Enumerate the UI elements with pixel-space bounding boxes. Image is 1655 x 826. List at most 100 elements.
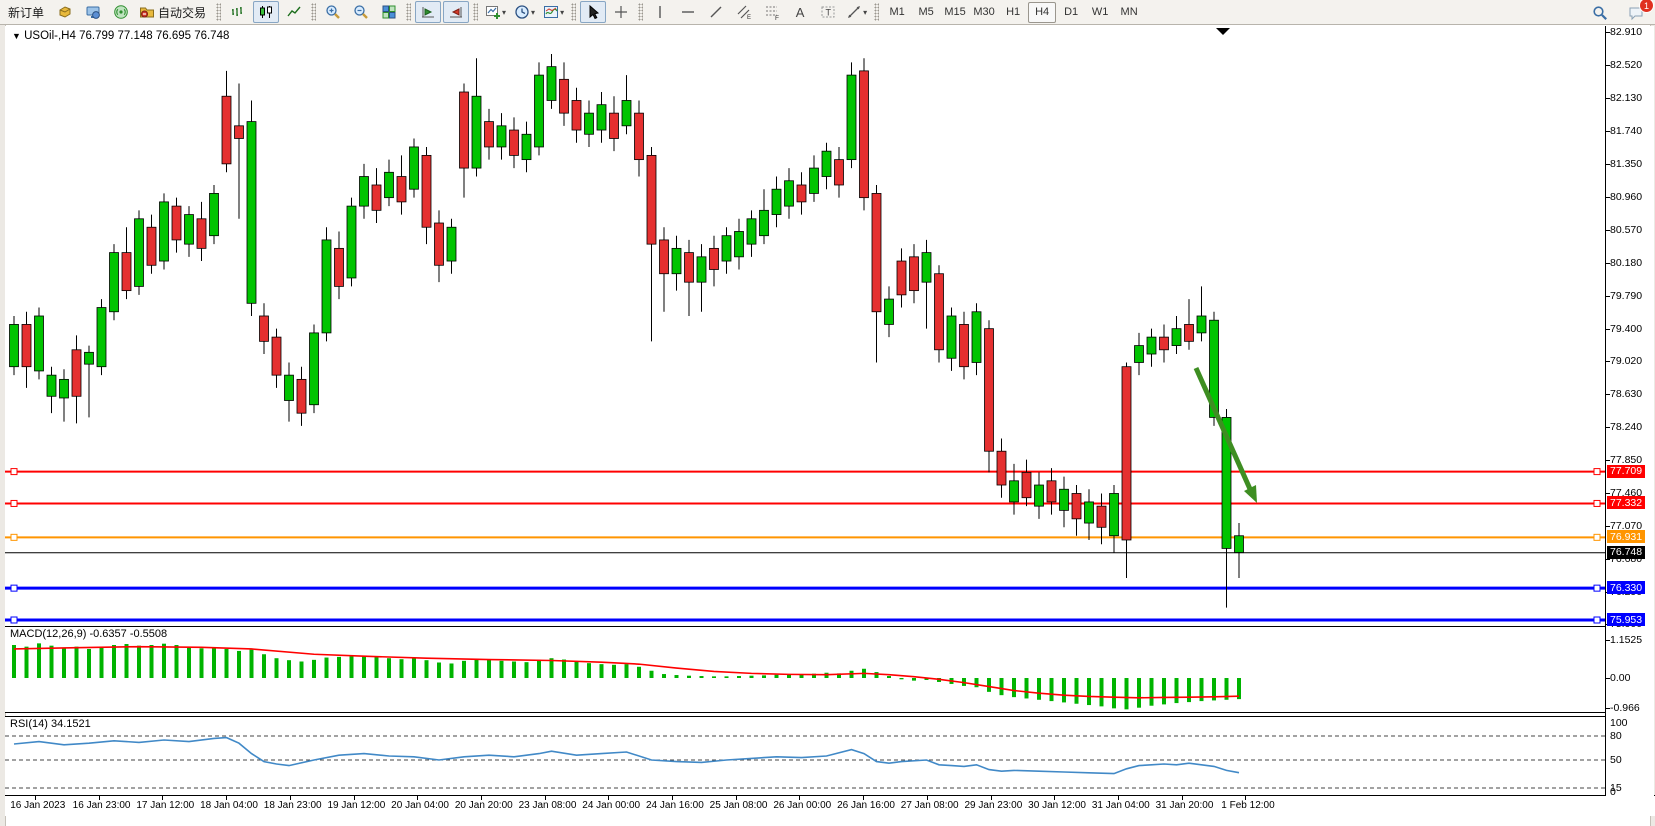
- candle[interactable]: [585, 113, 594, 134]
- candle[interactable]: [322, 240, 331, 333]
- line-handle[interactable]: [1594, 534, 1600, 540]
- candle[interactable]: [460, 92, 469, 168]
- candle[interactable]: [885, 299, 894, 324]
- candle[interactable]: [297, 379, 306, 413]
- candle[interactable]: [85, 352, 94, 364]
- candle[interactable]: [272, 337, 281, 375]
- candle[interactable]: [572, 100, 581, 130]
- candle[interactable]: [472, 96, 481, 168]
- candle[interactable]: [347, 206, 356, 278]
- candle[interactable]: [410, 147, 419, 189]
- main-price-pane[interactable]: [5, 26, 1605, 626]
- candle[interactable]: [1135, 346, 1144, 363]
- line-handle[interactable]: [1594, 469, 1600, 475]
- line-handle[interactable]: [1594, 617, 1600, 623]
- pane-separator[interactable]: [5, 712, 1605, 713]
- candle[interactable]: [97, 308, 106, 367]
- candle[interactable]: [797, 185, 806, 202]
- autotrade-button[interactable]: 自动交易: [136, 1, 212, 23]
- periods-button[interactable]: ▾: [511, 1, 538, 23]
- candle[interactable]: [647, 155, 656, 244]
- candle[interactable]: [372, 185, 381, 210]
- candle[interactable]: [722, 236, 731, 261]
- candle[interactable]: [785, 181, 794, 206]
- candle[interactable]: [710, 248, 719, 269]
- candle[interactable]: [622, 100, 631, 125]
- bar-chart-type-button[interactable]: [225, 1, 251, 23]
- candle[interactable]: [72, 350, 81, 396]
- candle[interactable]: [1160, 337, 1169, 350]
- candle[interactable]: [1172, 329, 1181, 346]
- timeframe-button-M30[interactable]: M30: [970, 2, 998, 23]
- candle[interactable]: [447, 227, 456, 261]
- zoom-in-button[interactable]: [320, 1, 346, 23]
- timeframe-button-M5[interactable]: M5: [912, 2, 940, 23]
- shapes-tool-button[interactable]: ▾: [843, 1, 870, 23]
- candle[interactable]: [810, 168, 819, 193]
- candle[interactable]: [760, 210, 769, 235]
- broadcast-button[interactable]: [108, 1, 134, 23]
- candle[interactable]: [685, 253, 694, 283]
- candle[interactable]: [1047, 481, 1056, 502]
- candle[interactable]: [10, 324, 19, 366]
- candle[interactable]: [522, 134, 531, 159]
- candle[interactable]: [485, 122, 494, 147]
- candle[interactable]: [210, 193, 219, 235]
- candle[interactable]: [635, 113, 644, 159]
- line-handle[interactable]: [11, 500, 17, 506]
- candle[interactable]: [972, 312, 981, 363]
- candle[interactable]: [285, 375, 294, 400]
- candle[interactable]: [1110, 493, 1119, 535]
- candle[interactable]: [922, 253, 931, 283]
- macd-pane[interactable]: [5, 627, 1605, 712]
- candle[interactable]: [310, 333, 319, 405]
- candle[interactable]: [1035, 485, 1044, 506]
- line-handle[interactable]: [11, 469, 17, 475]
- timeframe-button-H1[interactable]: H1: [999, 2, 1027, 23]
- candle[interactable]: [135, 219, 144, 287]
- candle[interactable]: [672, 248, 681, 273]
- candle[interactable]: [385, 172, 394, 197]
- candle[interactable]: [997, 451, 1006, 485]
- candle[interactable]: [422, 155, 431, 227]
- candle[interactable]: [822, 151, 831, 176]
- candle[interactable]: [1147, 337, 1156, 354]
- trendline-tool-button[interactable]: [703, 1, 729, 23]
- timeframe-button-M15[interactable]: M15: [941, 2, 969, 23]
- macd-chart-canvas[interactable]: [5, 627, 1605, 712]
- candle[interactable]: [1097, 506, 1106, 527]
- candle[interactable]: [547, 67, 556, 101]
- candle[interactable]: [360, 177, 369, 207]
- text-tool-button[interactable]: A: [787, 1, 813, 23]
- candle[interactable]: [735, 231, 744, 256]
- time-axis[interactable]: 16 Jan 202316 Jan 23:0017 Jan 12:0018 Ja…: [5, 796, 1655, 816]
- candle[interactable]: [947, 316, 956, 358]
- candlestick-chart-canvas[interactable]: [5, 26, 1605, 626]
- candle[interactable]: [60, 379, 69, 398]
- line-handle[interactable]: [1594, 500, 1600, 506]
- timeframe-button-H4[interactable]: H4: [1028, 2, 1056, 23]
- candle[interactable]: [122, 253, 131, 291]
- chart-shift-button[interactable]: [443, 1, 469, 23]
- collapse-triangle-icon[interactable]: ▼: [12, 31, 21, 41]
- templates-button[interactable]: ▾: [540, 1, 567, 23]
- candle-chart-type-button[interactable]: [253, 1, 279, 23]
- candle[interactable]: [560, 79, 569, 113]
- candle[interactable]: [1235, 536, 1244, 553]
- rsi-chart-canvas[interactable]: [5, 717, 1605, 795]
- candle[interactable]: [1185, 324, 1194, 341]
- candle[interactable]: [160, 202, 169, 261]
- crosshair-tool-button[interactable]: [608, 1, 634, 23]
- tile-windows-button[interactable]: [376, 1, 402, 23]
- candle[interactable]: [35, 316, 44, 371]
- auto-scroll-button[interactable]: [415, 1, 441, 23]
- candle[interactable]: [197, 219, 206, 249]
- candle[interactable]: [510, 130, 519, 155]
- candle[interactable]: [22, 324, 31, 366]
- candle[interactable]: [847, 75, 856, 160]
- line-handle[interactable]: [11, 534, 17, 540]
- candle[interactable]: [910, 257, 919, 291]
- timeframe-button-D1[interactable]: D1: [1057, 2, 1085, 23]
- candle[interactable]: [1072, 493, 1081, 518]
- candle[interactable]: [247, 122, 256, 304]
